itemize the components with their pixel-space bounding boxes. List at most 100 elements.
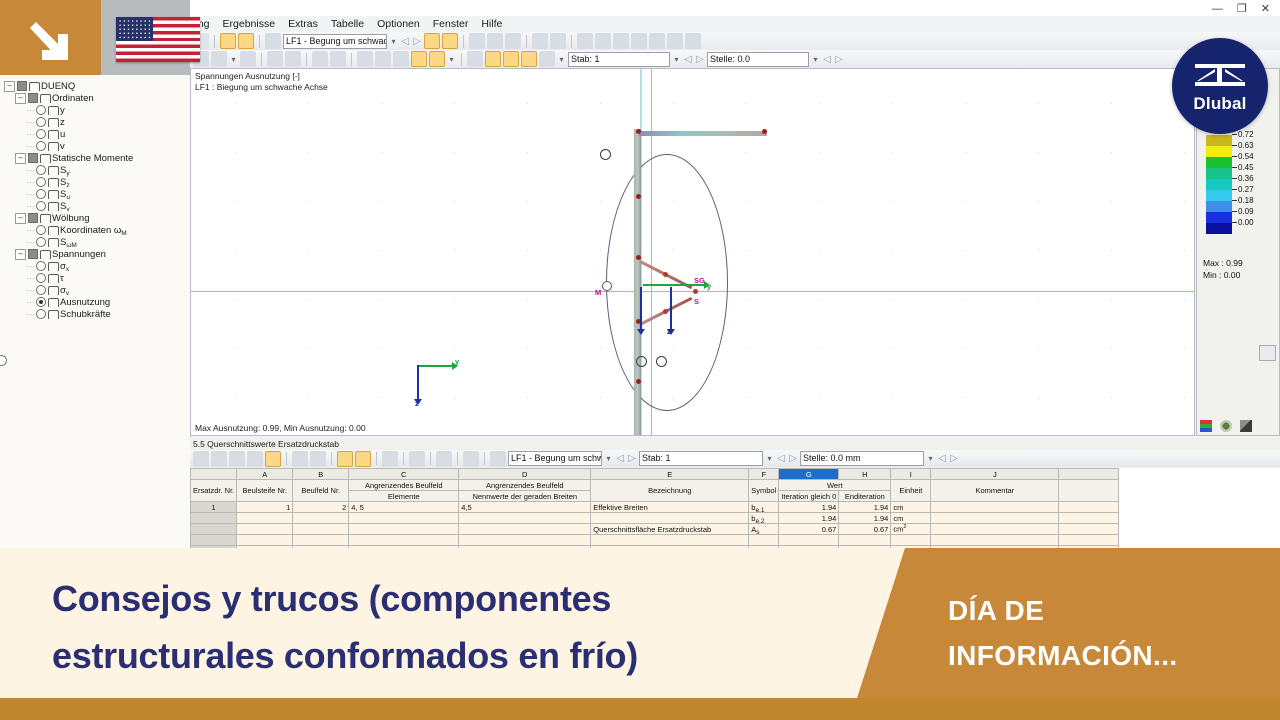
column-letter[interactable]: J [930,468,1060,480]
table-list-icon[interactable] [382,450,398,467]
tree-radio[interactable] [36,141,46,151]
tree-checkbox[interactable] [28,249,38,259]
table-filter-icon[interactable] [211,450,227,467]
menu-item-fenster[interactable]: Fenster [433,18,469,30]
table-loadcase-dropdown-icon[interactable]: ▾ [604,452,613,465]
menu-item-tabelle[interactable]: Tabelle [331,18,364,30]
table-undo-icon[interactable] [337,450,353,467]
tree-expander-icon[interactable]: – [15,212,26,224]
tree-radio[interactable] [36,225,46,235]
table-row-empty[interactable] [190,534,1120,546]
link-icon[interactable] [685,33,701,49]
member-field[interactable]: Stab: 1 [568,51,670,67]
tree-item[interactable]: ⋯ τ [4,272,190,284]
menu-item-extras[interactable]: Extras [288,18,318,30]
tree-radio[interactable] [36,189,46,199]
tree-radio[interactable] [36,105,46,115]
column-letter[interactable]: F [748,468,780,480]
table-cell-desc[interactable]: Querschnittsfläche Ersatzdruckstab [590,523,750,535]
table-row[interactable]: be,2 1.94 1.94 cm [190,512,1120,524]
table-cell-d[interactable]: 4,5 [458,501,592,513]
loadcase-dropdown-icon[interactable]: ▾ [389,35,398,48]
measure-icon[interactable] [577,33,593,49]
position-prev-icon[interactable]: ◁ [822,54,832,65]
tree-item[interactable]: ⋯ Sv [4,200,190,213]
tree-item[interactable]: ⋯ z [4,116,190,128]
tree-expander-icon[interactable]: – [15,248,26,260]
tree-item[interactable]: ⋯ Sz [4,176,190,189]
tree-item[interactable]: ⋯ Schubkräfte [4,308,190,320]
table-excel-icon[interactable] [463,450,479,467]
table-position-prev-icon[interactable]: ◁ [937,453,947,464]
navigator-tree[interactable]: – DUENQ – Ordinaten ⋯ y ⋯ z ⋯ u ⋯ v – Statische Momen… [0,75,190,320]
table-cell-empty[interactable] [348,534,460,546]
tree-item[interactable]: ⋯ Ausnutzung [4,296,190,308]
section-view-icon[interactable] [469,33,485,49]
legend-footer-icons[interactable] [1200,420,1252,432]
table-cell-b[interactable] [292,512,350,524]
cross-tool-icon[interactable] [631,33,647,49]
shear-force-icon[interactable] [429,51,445,67]
table-cell-b[interactable]: 2 [292,501,350,513]
column-letter[interactable]: D [458,468,592,480]
tree-checkbox[interactable] [28,153,38,163]
tree-item[interactable]: ⋯ y [4,104,190,116]
table-cell-desc[interactable] [590,512,750,524]
select-icon[interactable] [240,51,256,67]
graphics-viewport[interactable]: Spannungen Ausnutzung [-] LF1 : Biegung … [190,68,1195,436]
table-row-icon[interactable] [247,450,263,467]
tree-radio[interactable] [36,117,46,127]
tree-item[interactable]: – Statische Momente [4,152,190,164]
menu-item-hilfe[interactable]: Hilfe [481,18,502,30]
column-letter-spare[interactable] [1058,468,1120,480]
table-cell-a[interactable] [236,523,294,535]
image-icon[interactable] [667,33,683,49]
table-print-icon[interactable] [436,450,452,467]
bracket-icon[interactable] [521,51,537,67]
table-member-prev-icon[interactable]: ◁ [776,453,786,464]
table-cell-empty[interactable] [236,534,294,546]
tree-radio[interactable] [36,273,46,283]
table-cell-sym[interactable]: be,1 [748,501,780,513]
table-cell-comment[interactable] [930,523,1060,535]
shear-dropdown-icon[interactable]: ▾ [447,53,456,66]
tree-checkbox[interactable] [28,93,38,103]
column-letter[interactable] [190,468,238,480]
zoom-tool-icon[interactable] [1259,345,1276,361]
ordinate-z-icon[interactable] [285,51,301,67]
table-cell-no[interactable] [190,523,238,535]
ordinate-y-icon[interactable] [267,51,283,67]
results-grid[interactable]: ABCDEFGHIJ Ersatzdr. Nr. Beulsteife Nr. … [190,468,1280,548]
column-letter[interactable]: I [890,468,932,480]
table-loadcase-select[interactable]: LF1 - Begung um schw [508,451,602,466]
member-prev-icon[interactable]: ◁ [683,54,693,65]
table-member-dropdown-icon[interactable]: ▾ [765,452,774,465]
results-values-icon[interactable] [442,33,458,49]
tau-icon[interactable] [375,51,391,67]
table-cell-empty[interactable] [458,534,592,546]
tree-item[interactable]: ⋯ Sy [4,164,190,177]
table-cell-sym[interactable]: be,2 [748,512,780,524]
results-display-icon[interactable] [424,33,440,49]
color-palette-icon[interactable] [1200,420,1212,432]
table-view-icon[interactable] [505,33,521,49]
table-loadcase-next-icon[interactable]: ▷ [627,453,637,464]
table-cell-comment[interactable] [930,512,1060,524]
column-letter[interactable]: A [236,468,294,480]
table-function-icon[interactable] [409,450,425,467]
tree-radio[interactable] [36,237,46,247]
column-letter[interactable]: C [348,468,460,480]
tree-item[interactable]: – Wölbung [4,212,190,224]
loadcase-prev-icon[interactable]: ◁ [400,36,410,47]
circle-tool-icon[interactable] [595,33,611,49]
menu-item-ergebnisse[interactable]: Ergebnisse [223,18,276,30]
tree-item[interactable]: ⋯ σv [4,284,190,297]
tree-item[interactable]: – DUENQ [4,80,190,92]
results-table-panel[interactable]: 5.5 Querschnittswerte Ersatzdruckstab LF… [190,438,1280,548]
sigma-x-icon[interactable] [357,51,373,67]
mirror-icon[interactable] [613,33,629,49]
tree-radio[interactable] [36,261,46,271]
table-row[interactable]: Querschnittsfläche Ersatzdruckstab As 0.67… [190,523,1120,535]
table-cell-empty[interactable] [748,534,780,546]
member-next-icon[interactable]: ▷ [695,54,705,65]
